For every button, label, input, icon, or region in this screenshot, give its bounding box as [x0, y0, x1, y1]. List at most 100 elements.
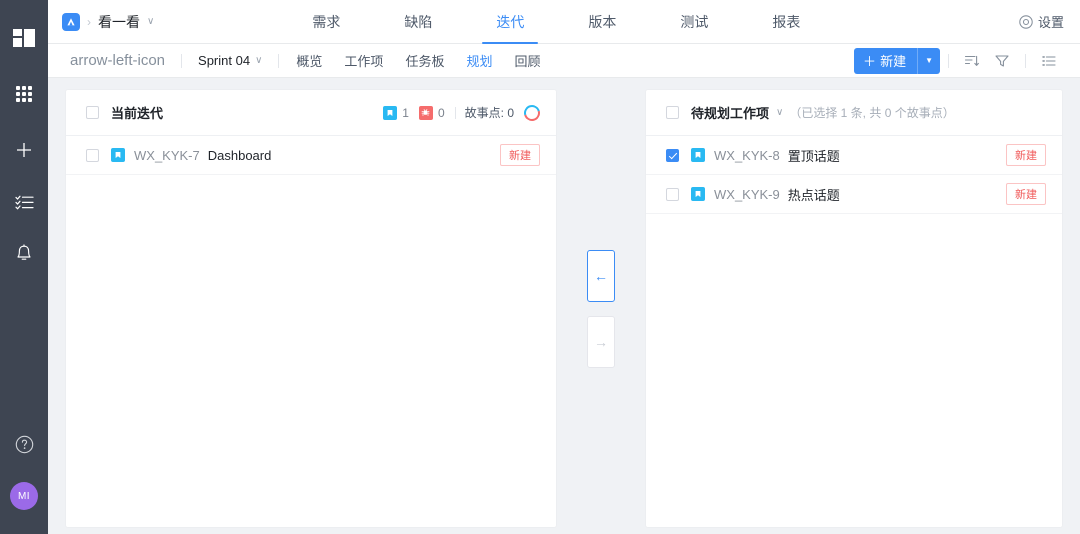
row-title: 置顶话题: [787, 148, 840, 164]
select-all-checkbox-right[interactable]: [666, 106, 679, 119]
backlog-header: 待规划工作项 ∨ （已选择 1 条, 共 0 个故事点）: [646, 90, 1062, 136]
chevron-down-icon: ∨: [255, 55, 263, 66]
divider: [1025, 53, 1026, 68]
list-view-icon[interactable]: [1034, 48, 1064, 74]
sprint-selector[interactable]: Sprint 04 ∨: [188, 53, 272, 68]
gear-circle-icon: [1019, 14, 1033, 29]
story-points-label: 故事点: 0: [464, 106, 514, 120]
progress-ring-icon: [521, 101, 543, 124]
settings-button[interactable]: 设置: [1019, 12, 1064, 31]
move-left-button[interactable]: ←: [587, 249, 615, 302]
subtab-planning[interactable]: 规划: [455, 51, 503, 70]
current-iteration-title: 当前迭代: [111, 106, 164, 121]
sidebar-item-workspace[interactable]: [0, 12, 48, 64]
backlog-selection-summary: （已选择 1 条, 共 0 个故事点）: [789, 106, 955, 120]
chevron-down-icon[interactable]: ∨: [776, 107, 783, 118]
tab-versions[interactable]: 版本: [574, 0, 630, 44]
divider: [454, 106, 456, 119]
row-key: WX_KYK-9: [714, 186, 780, 202]
table-row[interactable]: WX_KYK-9 热点话题 新建: [646, 175, 1062, 214]
plus-icon: [17, 143, 31, 157]
breadcrumb: › 看一看 ∨: [62, 12, 154, 32]
filter-icon[interactable]: [987, 48, 1017, 74]
global-sidebar: MI: [0, 0, 48, 534]
tab-reports[interactable]: 报表: [758, 0, 814, 44]
checklist-icon: [14, 195, 34, 210]
bell-icon: [17, 244, 31, 260]
move-right-button[interactable]: →: [587, 315, 615, 368]
sidebar-top-group: [0, 0, 48, 280]
iteration-stats: 1 0 故事点: 0: [383, 101, 543, 124]
tab-requirements[interactable]: 需求: [298, 0, 354, 44]
tab-testing[interactable]: 测试: [666, 0, 722, 44]
question-circle-icon: [15, 435, 33, 453]
status-badge: 新建: [1006, 144, 1046, 166]
row-checkbox[interactable]: [86, 148, 99, 162]
divider: [278, 53, 280, 68]
new-button-label: 新建: [880, 54, 907, 69]
backlog-panel: 待规划工作项 ∨ （已选择 1 条, 共 0 个故事点） WX_KYK-8 置顶…: [646, 90, 1062, 527]
current-iteration-list: WX_KYK-7 Dashboard 新建: [66, 136, 556, 527]
grid-logo-icon: [13, 29, 35, 47]
row-title: 热点话题: [787, 187, 840, 203]
story-icon: [111, 148, 125, 162]
subtab-overview[interactable]: 概览: [285, 51, 333, 70]
divider: [948, 53, 949, 68]
sidebar-item-notifications[interactable]: [0, 228, 48, 280]
sort-icon[interactable]: [957, 48, 987, 74]
backlog-title: 待规划工作项: [691, 106, 770, 121]
app-window: MI › 看一看 ∨ 需求 缺陷 迭代 版本 测试 报表 设置 arrow-le…: [0, 0, 1080, 534]
bug-icon: [418, 105, 433, 120]
apps-grid-icon: [16, 86, 32, 102]
tab-iterations[interactable]: 迭代: [482, 0, 539, 44]
story-icon: [691, 148, 705, 162]
main-area: › 看一看 ∨ 需求 缺陷 迭代 版本 测试 报表 设置 arrow-left-…: [48, 0, 1080, 534]
current-iteration-panel: 当前迭代 1 0 故事点: 0 WX_KYK-7 Dashboard 新建: [66, 90, 556, 527]
story-icon: [383, 105, 398, 120]
row-key: WX_KYK-8: [714, 147, 780, 163]
table-row[interactable]: WX_KYK-8 置顶话题 新建: [646, 136, 1062, 175]
row-checkbox[interactable]: [666, 148, 679, 162]
subtab-retrospective[interactable]: 回顾: [503, 51, 551, 70]
select-all-checkbox-left[interactable]: [86, 106, 99, 119]
row-checkbox[interactable]: [666, 187, 679, 201]
project-name[interactable]: 看一看: [98, 12, 140, 32]
sidebar-bottom-group: MI: [0, 418, 48, 534]
row-key: WX_KYK-7: [134, 147, 200, 163]
sub-navigation-bar: arrow-left-icon Sprint 04 ∨ 概览 工作项 任务板 规…: [48, 44, 1080, 78]
story-count: 1: [402, 105, 409, 120]
row-title: Dashboard: [207, 147, 272, 163]
table-row[interactable]: WX_KYK-7 Dashboard 新建: [66, 136, 556, 175]
new-button[interactable]: ＋ 新建 ▼: [854, 47, 940, 74]
top-navigation-bar: › 看一看 ∨ 需求 缺陷 迭代 版本 测试 报表 设置: [48, 0, 1080, 44]
chevron-down-icon[interactable]: ∨: [147, 16, 154, 27]
subtab-workitems[interactable]: 工作项: [333, 51, 394, 70]
subtab-taskboard[interactable]: 任务板: [394, 51, 455, 70]
primary-tabs: 需求 缺陷 迭代 版本 测试 报表: [280, 0, 832, 44]
tab-defects[interactable]: 缺陷: [390, 0, 446, 44]
bug-count: 0: [437, 105, 445, 120]
plus-icon: ＋: [863, 54, 877, 69]
avatar: MI: [10, 482, 38, 510]
sidebar-item-apps[interactable]: [0, 64, 48, 124]
story-icon: [691, 187, 705, 201]
divider: [181, 53, 183, 68]
breadcrumb-separator: ›: [87, 14, 91, 29]
chevron-down-icon[interactable]: ▼: [918, 48, 940, 74]
sidebar-item-account[interactable]: MI: [0, 470, 48, 522]
backlog-list: WX_KYK-8 置顶话题 新建 WX_KYK-9 热点话题 新建: [646, 136, 1062, 527]
sidebar-item-create[interactable]: [0, 124, 48, 176]
transfer-controls: ← →: [556, 90, 646, 527]
status-badge: 新建: [1006, 183, 1046, 205]
new-button-main[interactable]: ＋ 新建: [854, 48, 917, 74]
sidebar-item-tasks[interactable]: [0, 176, 48, 228]
arrow-left-icon[interactable]: arrow-left-icon: [60, 52, 175, 69]
planning-content: 当前迭代 1 0 故事点: 0 WX_KYK-7 Dashboard 新建 ← …: [48, 78, 1080, 534]
current-iteration-header: 当前迭代 1 0 故事点: 0: [66, 90, 556, 136]
sub-toolbar: ＋ 新建 ▼: [854, 47, 1064, 74]
sprint-label: Sprint 04: [198, 53, 251, 68]
product-logo-icon[interactable]: [62, 12, 80, 31]
settings-label: 设置: [1037, 15, 1064, 30]
sidebar-item-help[interactable]: [0, 418, 48, 470]
status-badge: 新建: [500, 144, 540, 166]
